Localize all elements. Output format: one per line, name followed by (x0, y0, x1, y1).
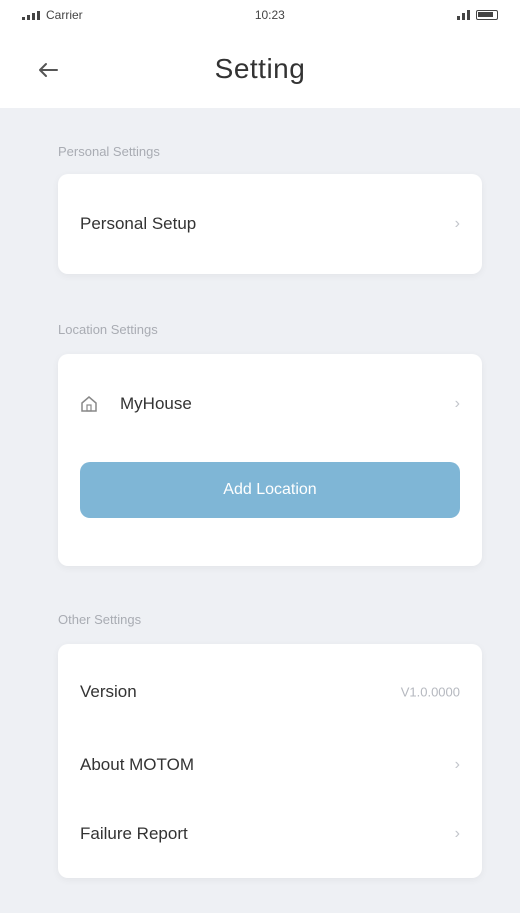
personal-settings-card: Personal Setup › (58, 174, 482, 274)
version-row: Version V1.0.0000 (58, 652, 482, 732)
status-bar: Carrier 10:23 (0, 0, 520, 30)
home-row[interactable]: MyHouse › (58, 354, 482, 454)
other-settings-card: Version V1.0.0000 About MOTOM › Failure … (58, 644, 482, 878)
other-settings-label: Other Settings (58, 612, 142, 627)
status-left: Carrier (22, 8, 83, 22)
clock: 10:23 (254, 8, 285, 22)
add-location-button[interactable]: Add Location (80, 462, 460, 518)
about-row[interactable]: About MOTOM › (58, 732, 482, 798)
battery-icon (475, 10, 498, 20)
failure-report-label: Failure Report (80, 824, 188, 843)
personal-setup-label: Personal Setup (80, 214, 197, 233)
status-right (456, 10, 498, 20)
settings-content: Personal Settings Personal Setup › Locat… (0, 108, 520, 913)
chevron-right-icon: › (454, 756, 460, 773)
location-settings-card: MyHouse › Add Location (58, 354, 482, 566)
wifi-icon (456, 10, 470, 20)
page-title: Setting (214, 53, 306, 84)
about-label: About MOTOM (80, 755, 194, 774)
signal-icon (22, 10, 40, 20)
back-button[interactable] (28, 52, 68, 88)
chevron-right-icon: › (454, 395, 460, 412)
personal-setup-row[interactable]: Personal Setup › (58, 174, 482, 274)
chevron-right-icon: › (454, 215, 460, 232)
navigation-bar: Setting (0, 30, 520, 108)
version-value: V1.0.0000 (400, 684, 460, 700)
location-settings-label: Location Settings (58, 322, 158, 337)
arrow-left-icon (39, 63, 58, 77)
chevron-right-icon: › (454, 825, 460, 842)
home-name: MyHouse (120, 394, 192, 413)
carrier-label: Carrier (46, 8, 83, 22)
personal-settings-label: Personal Settings (58, 144, 160, 159)
failure-report-row[interactable]: Failure Report › (58, 798, 482, 870)
version-label: Version (80, 682, 137, 701)
house-icon (80, 395, 98, 413)
